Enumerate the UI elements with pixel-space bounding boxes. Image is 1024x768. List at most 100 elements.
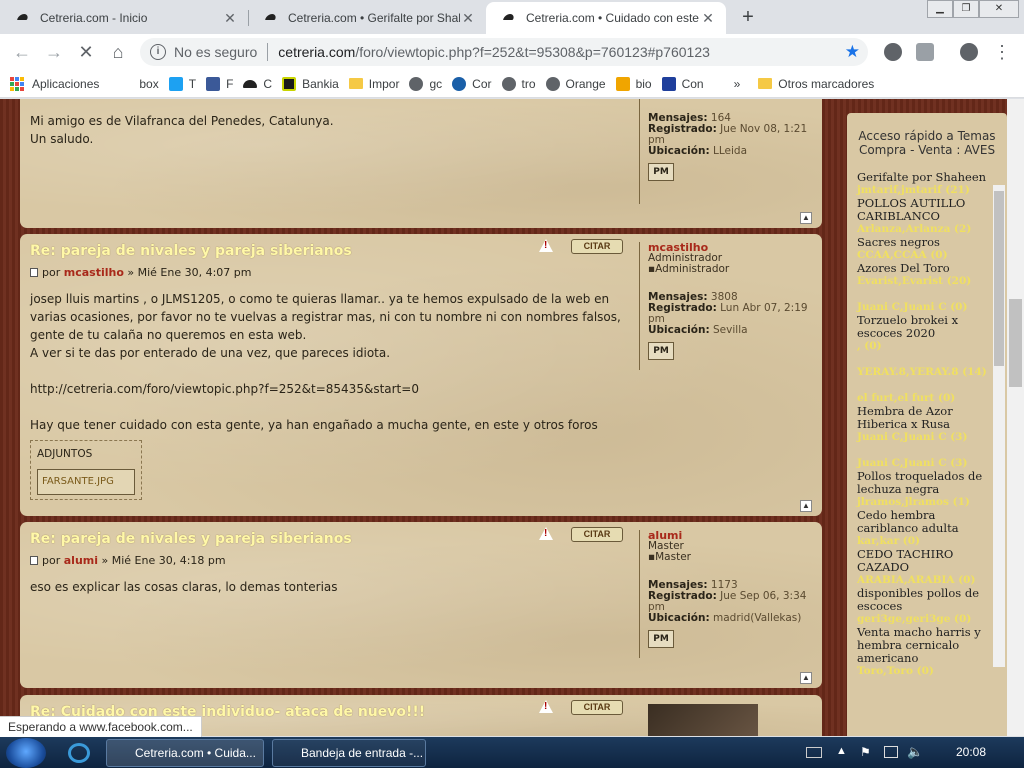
pm-button[interactable]: PM	[648, 163, 674, 181]
topic-title[interactable]: CEDO TACHIRO CAZADO	[857, 548, 989, 574]
topic-title[interactable]: Sacres negros	[857, 236, 989, 249]
taskbar-chrome[interactable]: Cetreria.com • Cuida...	[106, 739, 264, 767]
tab-inicio[interactable]: Cetreria.com - Inicio ✕	[0, 2, 248, 34]
topic-user[interactable]: Evarist,Evarist (20)	[857, 275, 989, 288]
sidebar-topic-item[interactable]: el furt,el furt (0)	[857, 379, 989, 405]
network-icon[interactable]	[884, 746, 898, 758]
sidebar-topic-item[interactable]: Venta macho harris y hembra cernicalo am…	[857, 626, 989, 678]
topic-title[interactable]: Cedo hembra cariblanco adulta	[857, 509, 989, 535]
topic-title[interactable]: Torzuelo brokei x escoces 2020	[857, 314, 989, 340]
tray-arrow-icon[interactable]: ▲	[836, 745, 847, 757]
close-window-button[interactable]: ✕	[979, 0, 1019, 18]
bookmark-bankia[interactable]: Bankia	[282, 76, 339, 91]
topic-user[interactable]: YERAY.8,YERAY.8 (14)	[857, 366, 989, 379]
bookmark-f[interactable]: F	[206, 76, 233, 91]
start-button[interactable]	[6, 738, 46, 768]
post-link[interactable]: http://cetreria.com/foro/viewtopic.php?f…	[30, 380, 630, 398]
maximize-button[interactable]: ❐	[953, 0, 979, 18]
forward-icon[interactable]: →	[42, 40, 66, 64]
author-link[interactable]: alumi	[64, 554, 98, 567]
minimize-button[interactable]: ▁	[927, 0, 953, 18]
author-link[interactable]: mcastilho	[64, 266, 124, 279]
back-icon[interactable]: ←	[10, 40, 34, 64]
topic-user[interactable]: Toro,Toro (0)	[857, 665, 989, 678]
citar-button[interactable]: CITAR	[571, 700, 623, 715]
close-icon[interactable]: ✕	[700, 10, 716, 27]
close-icon[interactable]: ✕	[222, 10, 238, 27]
topic-user[interactable]: , (0)	[857, 340, 989, 353]
bookmark-cor[interactable]: Cor	[452, 76, 492, 91]
bookmark-star-icon[interactable]: ★	[845, 42, 860, 62]
sidebar-topic-item[interactable]: Torzuelo brokei x escoces 2020, (0)	[857, 314, 989, 353]
report-icon[interactable]	[539, 700, 553, 714]
internet-explorer-icon[interactable]	[68, 743, 90, 763]
page-scrollbar[interactable]	[1007, 99, 1024, 736]
tab-cuidado[interactable]: Cetreria.com • Cuidado con este ✕	[486, 2, 726, 34]
taskbar-mail[interactable]: Bandeja de entrada -...	[272, 739, 426, 767]
sidebar-topic-item[interactable]: Juani C,Juani C (0)	[857, 288, 989, 314]
folder-icon	[758, 78, 773, 89]
citar-button[interactable]: CITAR	[571, 239, 623, 254]
topic-title[interactable]: POLLOS AUTILLO CARIBLANCO	[857, 197, 989, 223]
scroll-thumb[interactable]	[1009, 299, 1022, 387]
topic-title[interactable]: Gerifalte por Shaheen	[857, 171, 989, 184]
info-icon[interactable]: i	[150, 44, 166, 60]
bookmarks-overflow[interactable]: »	[734, 77, 741, 91]
sidebar-scrollbar[interactable]	[993, 185, 1005, 667]
flag-icon[interactable]: ⚑	[860, 745, 871, 759]
stop-loading-icon[interactable]: ✕	[74, 40, 98, 64]
topic-title[interactable]: Azores Del Toro	[857, 262, 989, 275]
scroll-thumb[interactable]	[994, 191, 1004, 366]
clock[interactable]: 20:08	[956, 745, 986, 759]
shield-extension-icon[interactable]	[916, 43, 934, 61]
topic-title[interactable]: Venta macho harris y hembra cernicalo am…	[857, 626, 989, 665]
sidebar-topic-item[interactable]: Sacres negros CCAA,CCAA (0)	[857, 236, 989, 262]
back-to-top-icon[interactable]: ▲	[800, 500, 812, 512]
report-icon[interactable]	[539, 239, 553, 253]
profile-avatar-icon[interactable]	[960, 43, 978, 61]
sidebar-topic-item[interactable]: POLLOS AUTILLO CARIBLANCO Arlanza,Arlanza…	[857, 197, 989, 236]
sidebar-topic-item[interactable]: YERAY.8,YERAY.8 (14)	[857, 353, 989, 379]
bookmark-orange[interactable]: Orange	[545, 76, 606, 91]
bookmark-bio[interactable]: bio	[615, 76, 652, 91]
bookmark-impor[interactable]: Impor	[348, 77, 399, 91]
topic-user[interactable]: Juani C,Juani C (3)	[857, 431, 989, 444]
close-icon[interactable]: ✕	[460, 10, 476, 27]
bookmark-con[interactable]: Con	[661, 76, 704, 91]
bookmark-tro[interactable]: tro	[501, 76, 536, 91]
sidebar-topic-item[interactable]: Gerifalte por Shaheen jmtarif,jmtarif (21…	[857, 171, 989, 197]
bookmark-box[interactable]: box	[139, 77, 158, 91]
topic-title[interactable]: Pollos troquelados de lechuza negra	[857, 470, 989, 496]
home-icon[interactable]: ⌂	[106, 40, 130, 64]
value: Sevilla	[713, 324, 748, 336]
back-to-top-icon[interactable]: ▲	[800, 672, 812, 684]
bookmark-t[interactable]: T	[168, 76, 196, 91]
bookmark-apps[interactable]: Aplicaciones	[10, 76, 99, 91]
topic-title[interactable]: Hembra de Azor Hiberica x Rusa	[857, 405, 989, 431]
back-to-top-icon[interactable]: ▲	[800, 212, 812, 224]
menu-icon[interactable]: ⋮	[990, 40, 1014, 64]
topic-title[interactable]: disponibles pollos de escoces	[857, 587, 989, 613]
taskbar-label: Bandeja de entrada -...	[301, 746, 424, 760]
report-icon[interactable]	[539, 527, 553, 541]
bookmark-otros[interactable]: Otros marcadores	[758, 77, 874, 91]
sidebar-topic-item[interactable]: Hembra de Azor Hiberica x Rusa Juani C,Ju…	[857, 405, 989, 444]
sidebar-topic-item[interactable]: CEDO TACHIRO CAZADO ARABIA,ARABIA (0)	[857, 548, 989, 587]
bookmark-gc[interactable]: gc	[409, 76, 442, 91]
volume-icon[interactable]: 🔈	[907, 744, 923, 760]
sidebar-topic-item[interactable]: Azores Del Toro Evarist,Evarist (20)	[857, 262, 989, 288]
sidebar-topic-item[interactable]: Cedo hembra cariblanco adulta kar,kar (0)	[857, 509, 989, 548]
keyboard-icon[interactable]	[806, 747, 822, 758]
pm-button[interactable]: PM	[648, 630, 674, 648]
pm-button[interactable]: PM	[648, 342, 674, 360]
attachment-file[interactable]: FARSANTE.JPG	[37, 469, 135, 495]
new-tab-button[interactable]: +	[736, 6, 760, 30]
extension-icon[interactable]	[884, 43, 902, 61]
address-bar[interactable]: i No es seguro cetreria.com/foro/viewtop…	[140, 38, 868, 66]
sidebar-topic-item[interactable]: disponibles pollos de escoces geri3ge,ger…	[857, 587, 989, 626]
sidebar-topic-item[interactable]: Pollos troquelados de lechuza negra jlram…	[857, 470, 989, 509]
bookmark-c[interactable]: C	[243, 77, 272, 91]
tab-gerifalte[interactable]: Cetreria.com • Gerifalte por Shah ✕	[248, 2, 486, 34]
citar-button[interactable]: CITAR	[571, 527, 623, 542]
sidebar-topic-item[interactable]: Juani C,Juani C (3)	[857, 444, 989, 470]
